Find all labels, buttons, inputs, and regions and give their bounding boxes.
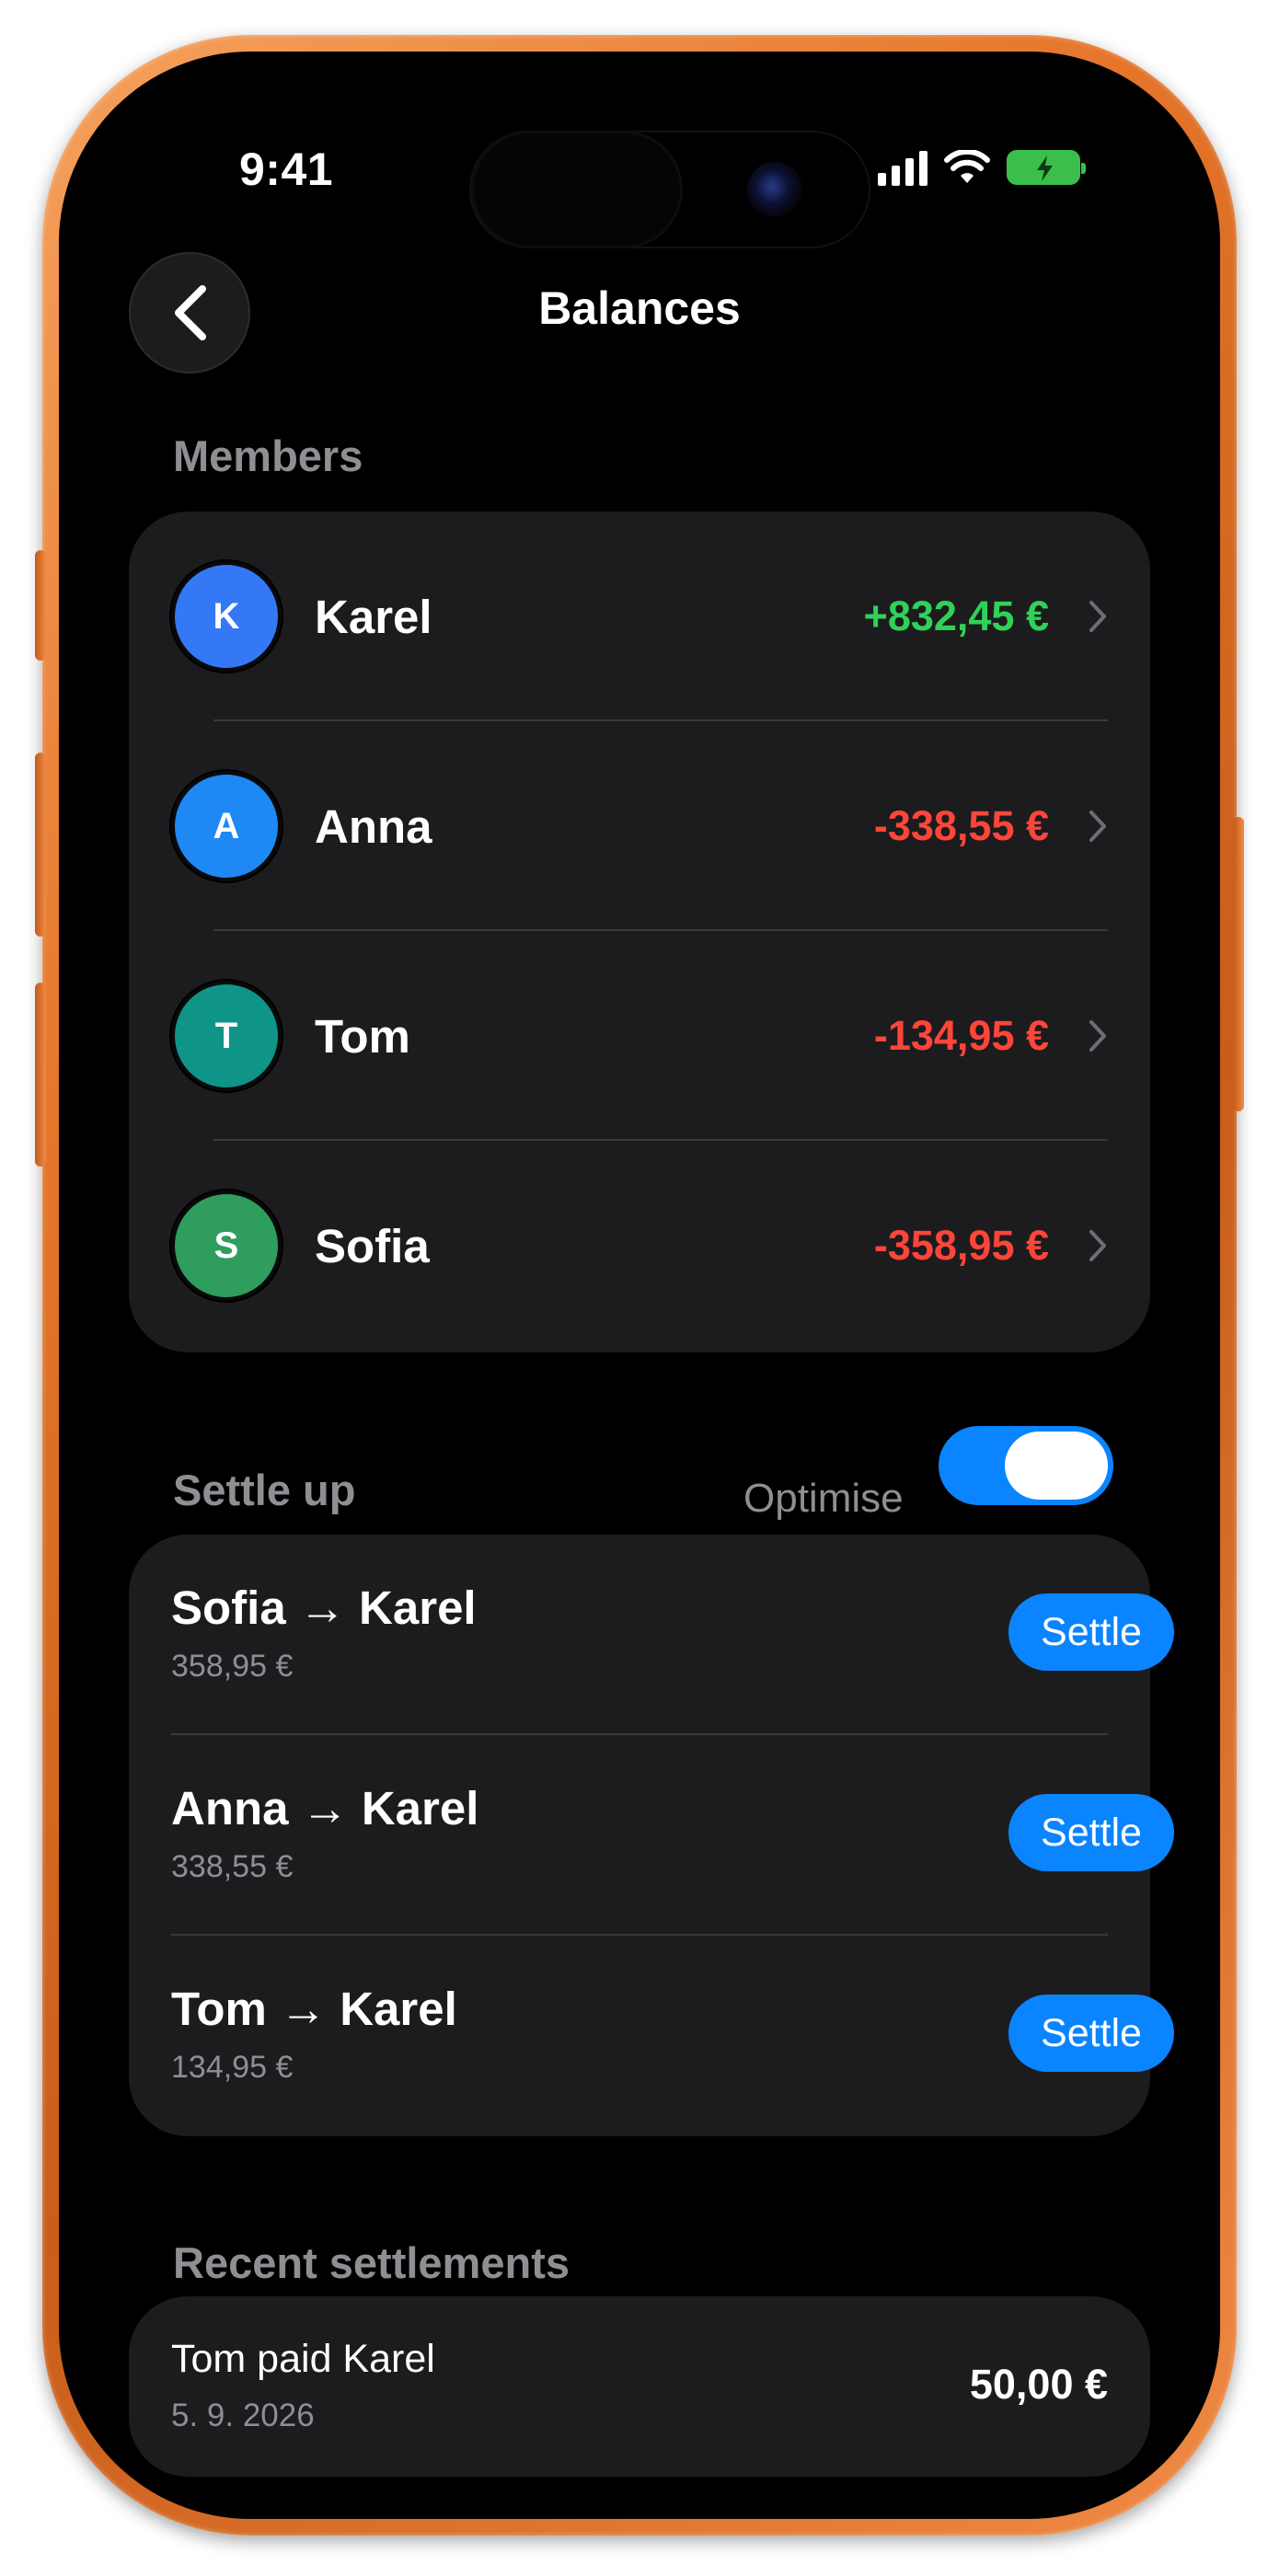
recent-settlement-amount: 50,00 € — [969, 2361, 1108, 2408]
avatar: A — [171, 771, 282, 881]
settle-button[interactable]: Settle — [1008, 1794, 1174, 1871]
cellular-signal-icon — [878, 149, 928, 186]
battery-charging-icon — [1007, 150, 1086, 185]
member-balance: -134,95 € — [873, 1012, 1049, 1059]
settle-amount: 134,95 € — [171, 2050, 294, 2085]
chevron-right-icon — [1089, 601, 1106, 632]
member-name: Sofia — [315, 1219, 430, 1272]
member-balance: +832,45 € — [863, 592, 1049, 639]
volume-up-button — [35, 753, 46, 937]
recent-section-label: Recent settlements — [173, 2238, 570, 2287]
settle-amount: 338,55 € — [171, 1849, 294, 1884]
optimise-toggle[interactable] — [939, 1426, 1113, 1505]
recent-card: Tom paid Karel 5. 9. 2026 50,00 € — [129, 2296, 1150, 2477]
chevron-right-icon — [1089, 811, 1106, 842]
settle-button[interactable]: Settle — [1008, 1593, 1174, 1671]
members-section-label: Members — [173, 431, 363, 480]
toggle-knob — [1005, 1432, 1108, 1500]
settle-card: Sofia → Karel 358,95 € Settle Anna → Kar… — [129, 1535, 1174, 2136]
settle-amount: 358,95 € — [171, 1649, 294, 1684]
wifi-icon — [944, 150, 990, 183]
volume-down-button — [35, 983, 46, 1167]
avatar: K — [171, 561, 282, 672]
recent-settlement-date: 5. 9. 2026 — [171, 2398, 315, 2433]
phone-screen: 9:41 Balances Members K Karel +832,45 € — [59, 52, 1220, 2519]
member-row-anna[interactable]: A Anna -338,55 € — [129, 721, 1150, 931]
avatar: T — [171, 981, 282, 1091]
settle-button[interactable]: Settle — [1008, 1995, 1174, 2072]
action-button — [35, 550, 46, 661]
chevron-right-icon — [1089, 1230, 1106, 1261]
member-balance: -358,95 € — [873, 1222, 1049, 1269]
dynamic-island-pill — [471, 131, 683, 248]
settle-title: Tom → Karel — [171, 1983, 457, 2035]
avatar: S — [171, 1190, 282, 1301]
status-icons — [878, 149, 1086, 186]
power-button — [1233, 817, 1244, 1111]
optimise-label: Optimise — [743, 1476, 904, 1521]
recent-settlement-title: Tom paid Karel — [171, 2337, 435, 2381]
member-row-tom[interactable]: T Tom -134,95 € — [129, 931, 1150, 1141]
settle-section-label: Settle up — [173, 1466, 356, 1514]
status-time: 9:41 — [239, 144, 334, 195]
member-row-sofia[interactable]: S Sofia -358,95 € — [129, 1141, 1150, 1351]
member-name: Anna — [315, 799, 432, 853]
page-title: Balances — [538, 282, 741, 334]
member-name: Tom — [315, 1009, 410, 1063]
chevron-right-icon — [1089, 1020, 1106, 1052]
member-row-karel[interactable]: K Karel +832,45 € — [129, 512, 1150, 721]
settle-title: Sofia → Karel — [171, 1581, 477, 1634]
settle-title: Anna → Karel — [171, 1782, 479, 1834]
members-card: K Karel +832,45 € A Anna -338,55 € T Tom… — [129, 512, 1150, 1352]
member-balance: -338,55 € — [873, 802, 1049, 849]
member-name: Karel — [315, 590, 432, 643]
divider — [171, 1733, 1108, 1735]
front-camera — [747, 162, 802, 217]
divider — [171, 1934, 1108, 1936]
